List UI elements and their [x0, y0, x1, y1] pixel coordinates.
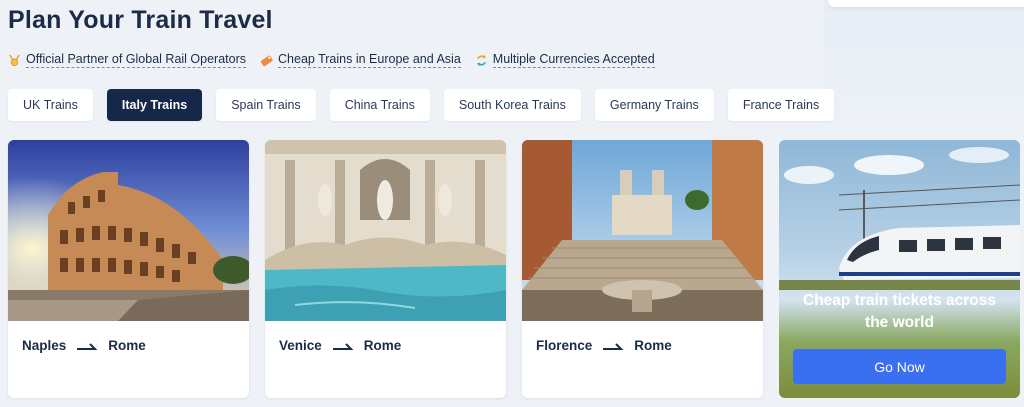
arrow-right-icon — [77, 343, 98, 350]
feature-label[interactable]: Official Partner of Global Rail Operator… — [26, 52, 247, 68]
route-label: Venice Rome — [265, 321, 506, 398]
feature-list: Official Partner of Global Rail Operator… — [8, 52, 655, 68]
route-card-naples-rome[interactable]: Naples Rome — [8, 140, 249, 398]
tab-china-trains[interactable]: China Trains — [329, 89, 430, 121]
route-origin: Naples — [22, 338, 67, 353]
background-decoration — [824, 0, 1024, 140]
arrow-right-icon — [332, 343, 354, 350]
route-label: Florence Rome — [522, 321, 763, 398]
feature-label[interactable]: Multiple Currencies Accepted — [492, 52, 655, 68]
tab-uk-trains[interactable]: UK Trains — [8, 89, 93, 121]
country-tabs: UK Trains Italy Trains Spain Trains Chin… — [8, 89, 835, 121]
tab-france-trains[interactable]: France Trains — [727, 89, 835, 121]
tab-germany-trains[interactable]: Germany Trains — [594, 89, 714, 121]
promo-text: Cheap train tickets across the world — [803, 292, 996, 331]
trevi-fountain-photo — [265, 140, 506, 321]
go-now-button[interactable]: Go Now — [793, 349, 1006, 384]
arrow-right-icon — [603, 343, 624, 350]
route-label: Naples Rome — [8, 321, 249, 398]
route-origin: Venice — [279, 338, 322, 353]
feature-item-partner: Official Partner of Global Rail Operator… — [8, 52, 247, 68]
medal-icon — [9, 54, 20, 66]
route-origin: Florence — [536, 338, 593, 353]
page-title: Plan Your Train Travel — [8, 6, 273, 34]
route-cards: Naples Rome Venice Rome Florence Rome Ch… — [8, 140, 1020, 398]
ticket-icon — [260, 55, 273, 66]
route-destination: Rome — [108, 338, 146, 353]
tab-south-korea-trains[interactable]: South Korea Trains — [443, 89, 581, 121]
search-panel-edge — [828, 0, 1024, 7]
feature-label[interactable]: Cheap Trains in Europe and Asia — [278, 52, 461, 68]
route-card-venice-rome[interactable]: Venice Rome — [265, 140, 506, 398]
tab-italy-trains[interactable]: Italy Trains — [106, 89, 203, 121]
feature-item-cheap: Cheap Trains in Europe and Asia — [260, 52, 461, 68]
promo-card: Cheap train tickets across the world Go … — [779, 140, 1020, 398]
tab-spain-trains[interactable]: Spain Trains — [216, 89, 316, 121]
feature-item-currency: Multiple Currencies Accepted — [475, 52, 655, 68]
spanish-steps-photo — [522, 140, 763, 321]
currency-exchange-icon — [476, 54, 486, 66]
route-card-florence-rome[interactable]: Florence Rome — [522, 140, 763, 398]
route-destination: Rome — [634, 338, 672, 353]
route-destination: Rome — [363, 338, 402, 353]
colosseum-photo — [8, 140, 249, 321]
